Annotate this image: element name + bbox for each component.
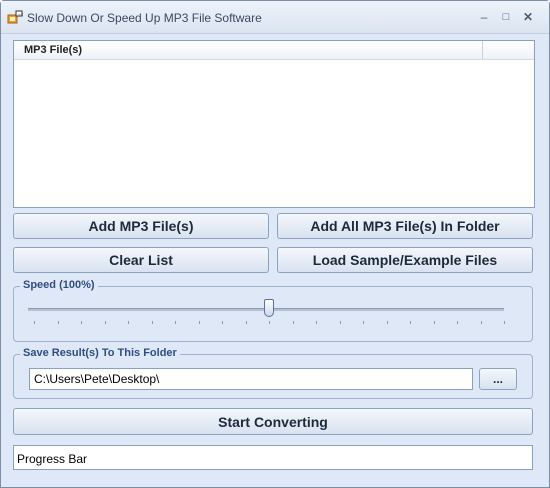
slider-tick [339,321,341,324]
start-converting-button[interactable]: Start Converting [13,408,533,435]
browse-folder-button[interactable]: ... [479,368,517,390]
speed-label: Speed (100%) [20,279,98,291]
slider-tick [34,321,35,324]
add-mp3-files-button[interactable]: Add MP3 File(s) [13,213,269,239]
column-header-filler [483,41,534,60]
client-area: MP3 File(s) Add MP3 File(s) Add All MP3 … [5,34,545,483]
progress-bar: Progress Bar [13,445,533,470]
slider-tick [316,321,317,324]
slider-tick [269,321,270,324]
slider-tick [410,321,411,324]
slider-tick [57,321,59,324]
slider-tick [363,321,364,324]
slider-tick [245,321,247,324]
slider-tick [222,321,223,324]
slider-tick [104,321,106,324]
clear-list-button[interactable]: Clear List [13,247,269,273]
svg-text:→d: →d [17,12,23,17]
progress-bar-label: Progress Bar [17,452,88,466]
add-folder-button[interactable]: Add All MP3 File(s) In Folder [277,213,533,239]
slider-tick [198,321,200,324]
minimize-icon[interactable]: – [473,8,495,26]
window-title: Slow Down Or Speed Up MP3 File Software [27,11,262,25]
slider-tick [480,321,482,324]
slider-tick [292,321,294,324]
slider-tick [81,321,82,324]
title-bar[interactable]: →d Slow Down Or Speed Up MP3 File Softwa… [1,1,549,34]
slider-tick [175,321,176,324]
speed-group: Speed (100%) [13,279,533,342]
speed-slider-thumb[interactable] [264,299,274,317]
slider-tick [151,321,153,324]
close-icon[interactable]: ✕ [517,8,539,26]
main-window: →d Slow Down Or Speed Up MP3 File Softwa… [0,0,550,488]
audio-app-icon: →d [7,10,23,24]
load-samples-button[interactable]: Load Sample/Example Files [277,247,533,273]
save-folder-path-input[interactable] [29,368,473,390]
slider-tick [128,321,129,324]
maximize-icon[interactable]: □ [495,8,517,26]
save-folder-group: Save Result(s) To This Folder ... [13,347,533,399]
slider-tick [386,321,388,324]
slider-tick [457,321,458,324]
save-folder-label: Save Result(s) To This Folder [20,347,180,359]
mp3-file-list[interactable]: MP3 File(s) [13,40,535,208]
column-header-mp3-files[interactable]: MP3 File(s) [14,41,483,60]
column-header-label: MP3 File(s) [24,44,83,56]
slider-tick [433,321,435,324]
slider-tick [504,321,505,324]
